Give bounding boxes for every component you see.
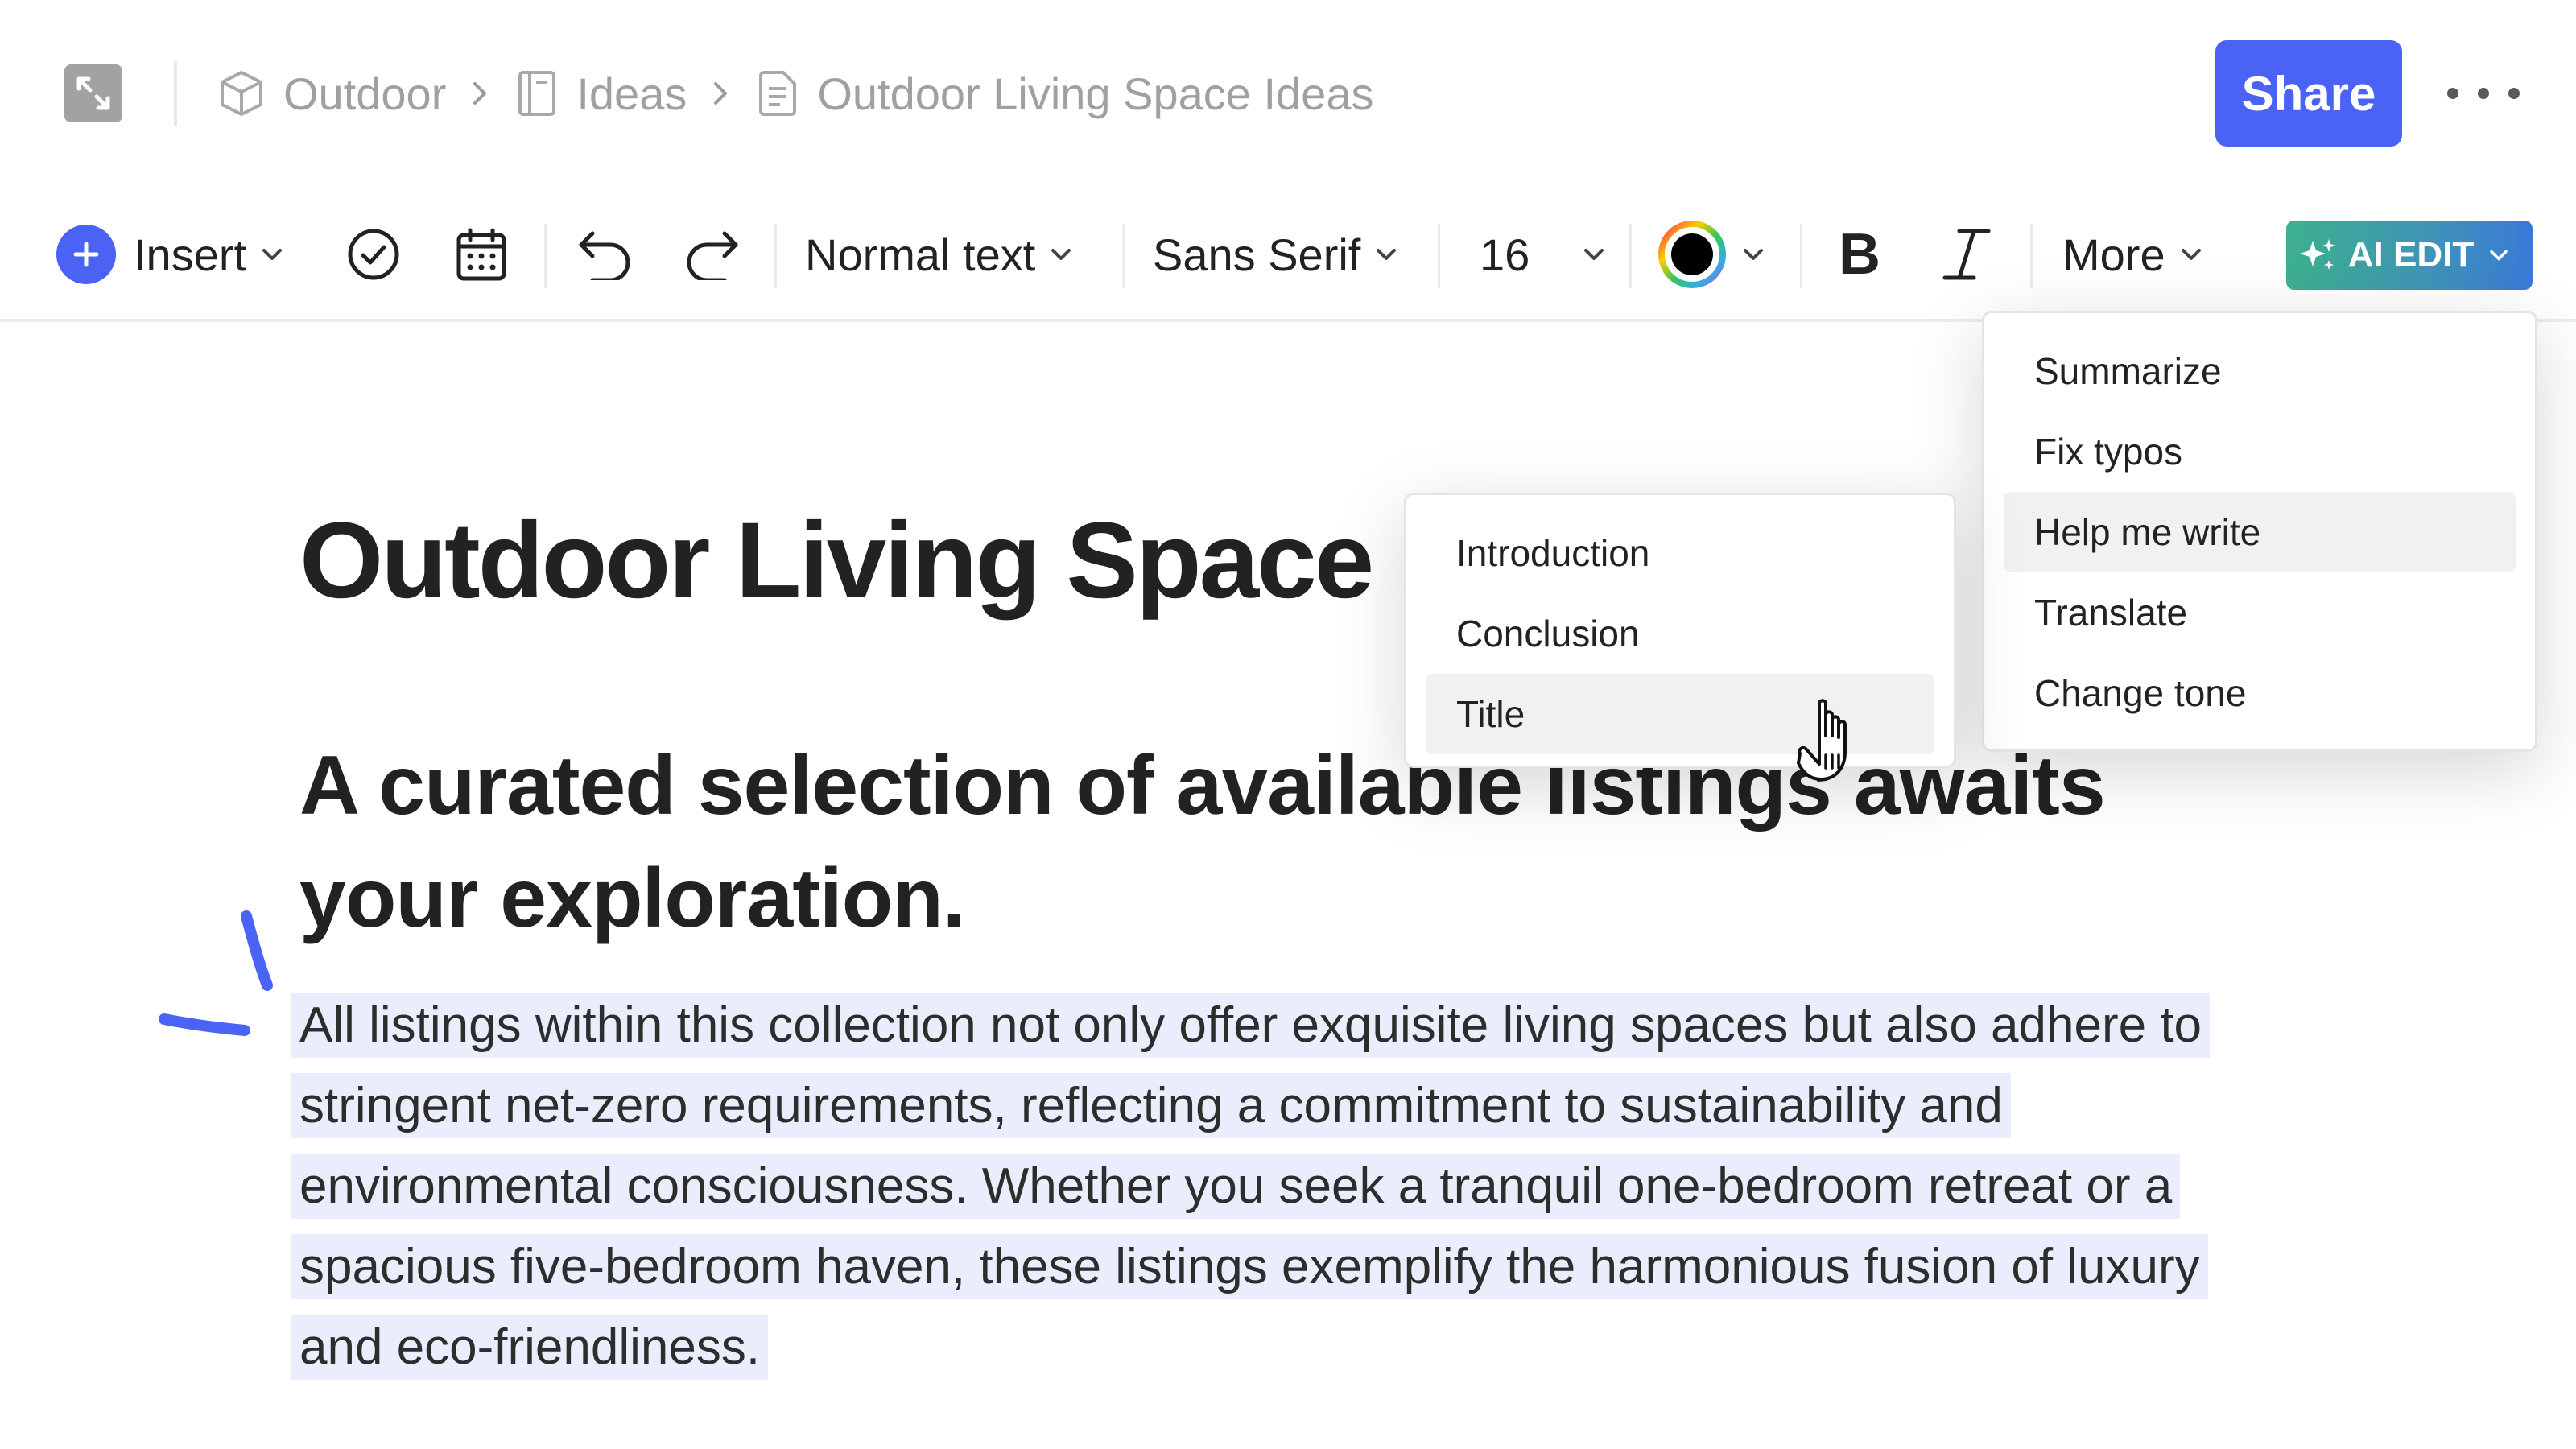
divider: [1629, 224, 1632, 288]
text-style-dropdown[interactable]: Normal text: [805, 216, 1072, 293]
font-family-dropdown[interactable]: Sans Serif: [1153, 216, 1397, 293]
text-color-picker[interactable]: [1657, 216, 1765, 293]
font-size-value: 16: [1480, 229, 1530, 280]
document-icon: [759, 71, 797, 116]
check-circle-icon: [348, 229, 399, 280]
menu-item-change-tone[interactable]: Change tone: [2004, 653, 2516, 733]
divider: [544, 224, 547, 288]
color-wheel-icon: [1658, 221, 1726, 288]
more-options-icon[interactable]: [2447, 69, 2520, 118]
chevron-down-icon: [1584, 249, 1604, 260]
chevron-down-icon: [1744, 249, 1763, 260]
annotation-mark-icon: [159, 910, 273, 1036]
insert-label: Insert: [134, 229, 247, 280]
divider: [1122, 224, 1125, 288]
breadcrumb-label: Outdoor Living Space Ideas: [817, 68, 1374, 119]
hand-pointer-cursor-icon: [1797, 699, 1847, 781]
notebook-icon: [518, 71, 556, 116]
divider: [1800, 224, 1802, 288]
calendar-icon: [456, 228, 506, 281]
expand-button[interactable]: [64, 64, 122, 122]
chevron-down-icon: [262, 249, 283, 260]
redo-button[interactable]: [683, 216, 741, 293]
chevron-right-icon: [470, 79, 489, 108]
date-button[interactable]: [456, 216, 507, 293]
text-selection: All listings within this collection not …: [291, 993, 2211, 1380]
plus-icon: [56, 225, 116, 284]
top-bar: Outdoor Ideas Outdoor Living Space Ideas…: [0, 0, 2576, 185]
divider: [1438, 224, 1440, 288]
more-label: More: [2062, 229, 2165, 280]
font-size-dropdown[interactable]: 16: [1480, 216, 1605, 293]
chevron-right-icon: [711, 79, 730, 108]
ai-edit-label: AI EDIT: [2347, 235, 2475, 275]
breadcrumb: Outdoor Ideas Outdoor Living Space Ideas: [219, 64, 1373, 122]
undo-icon: [579, 231, 630, 280]
breadcrumb-item-outdoor[interactable]: Outdoor: [219, 68, 446, 120]
bold-button[interactable]: B: [1839, 216, 1880, 293]
font-family-value: Sans Serif: [1153, 229, 1361, 280]
chevron-down-icon: [1051, 249, 1071, 260]
undo-button[interactable]: [576, 216, 634, 293]
checklist-button[interactable]: [346, 216, 401, 293]
more-dropdown[interactable]: More: [2062, 216, 2202, 293]
help-me-write-submenu: Introduction Conclusion Title: [1404, 493, 1956, 768]
submenu-item-conclusion[interactable]: Conclusion: [1426, 593, 1934, 674]
breadcrumb-label: Ideas: [576, 68, 687, 119]
ai-edit-menu: Summarize Fix typos Help me write Transl…: [1982, 311, 2537, 752]
italic-button[interactable]: [1938, 216, 1995, 293]
divider: [174, 61, 177, 126]
chevron-down-icon: [1377, 249, 1397, 260]
sparkle-icon: [2299, 239, 2335, 270]
cube-icon: [221, 71, 262, 116]
insert-button[interactable]: Insert: [56, 216, 283, 293]
text-style-value: Normal text: [805, 229, 1036, 280]
selected-paragraph[interactable]: All listings within this collection not …: [291, 985, 2272, 1388]
chevron-down-icon: [2490, 250, 2508, 261]
expand-icon: [76, 76, 110, 110]
bold-icon: B: [1839, 222, 1880, 287]
menu-item-summarize[interactable]: Summarize: [2004, 331, 2516, 411]
italic-icon: [1942, 229, 1991, 280]
chevron-down-icon: [2181, 249, 2201, 260]
divider: [2030, 224, 2033, 288]
menu-item-translate[interactable]: Translate: [2004, 572, 2516, 653]
breadcrumb-label: Outdoor: [283, 68, 447, 119]
formatting-toolbar: Insert Normal text Sans Serif 16 B More …: [0, 201, 2576, 322]
share-button[interactable]: Share: [2215, 40, 2402, 147]
submenu-item-introduction[interactable]: Introduction: [1426, 513, 1934, 593]
ai-edit-button[interactable]: AI EDIT: [2286, 221, 2533, 290]
menu-item-fix-typos[interactable]: Fix typos: [2004, 411, 2516, 492]
breadcrumb-item-current-page[interactable]: Outdoor Living Space Ideas: [758, 68, 1373, 120]
menu-item-help-me-write[interactable]: Help me write: [2004, 492, 2516, 572]
breadcrumb-item-ideas[interactable]: Ideas: [517, 68, 687, 120]
divider: [774, 224, 777, 288]
redo-icon: [687, 231, 738, 280]
